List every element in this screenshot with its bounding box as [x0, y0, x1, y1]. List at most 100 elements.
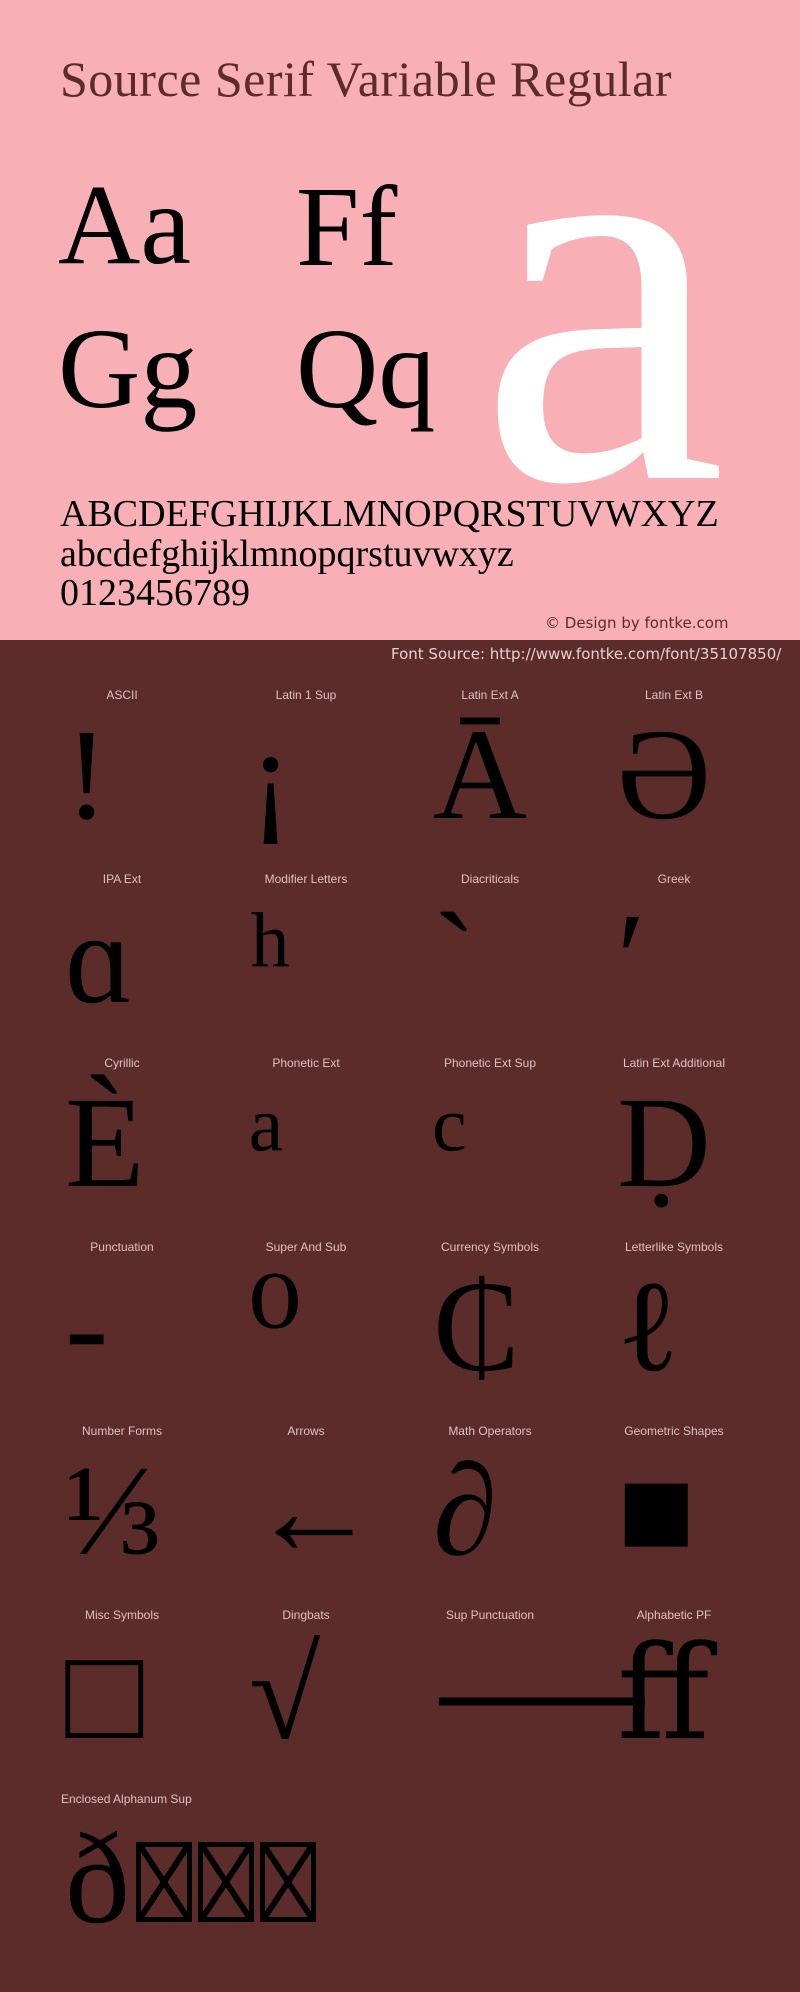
missing-glyph-icon — [198, 1842, 254, 1922]
glyph-char: ■ — [617, 1439, 696, 1583]
block-cell: Phonetic Ext Sup ᶜ — [429, 1048, 613, 1232]
glyph-char: ₵ — [433, 1255, 520, 1399]
uppercase-alphabet: ABCDEFGHIJKLMNOPQRSTUVWXYZ — [60, 493, 719, 535]
block-cell: ASCII! — [61, 680, 245, 864]
glyph-char: □ — [65, 1623, 144, 1767]
block-label: Alphabetic PF — [636, 1608, 712, 1622]
block-label: Punctuation — [90, 1240, 154, 1254]
block-label: Greek — [657, 872, 691, 886]
glyph-char: Ḍ — [617, 1071, 711, 1215]
block-cell: Punctuation ‐ — [61, 1232, 245, 1416]
block-label: ASCII — [106, 688, 138, 702]
glyph-char: ᵃ — [249, 1071, 285, 1215]
block-label: Latin 1 Sup — [275, 688, 337, 702]
block-sample-glyph: √ — [249, 1630, 320, 1760]
block-cell: IPA Ext ɑ — [61, 864, 245, 1048]
block-label: Latin Ext B — [644, 688, 704, 702]
glyph-char: ℓ — [617, 1255, 680, 1399]
block-label: Math Operators — [448, 1424, 532, 1438]
block-cell: Phonetic Ext ᵃ — [245, 1048, 429, 1232]
block-label: Currency Symbols — [440, 1240, 540, 1254]
block-cell: Latin Ext A Ā — [429, 680, 613, 864]
block-sample-glyph: ← — [249, 1446, 379, 1576]
block-label: Dingbats — [282, 1608, 330, 1622]
block-cell: Greek ʹ — [613, 864, 797, 1048]
block-cell: Letterlike Symbols ℓ — [613, 1232, 797, 1416]
block-sample-glyph: ⁰ — [249, 1262, 301, 1392]
block-cell: Dingbats √ — [245, 1600, 429, 1784]
glyph-char: ¡ — [249, 703, 293, 847]
block-cell: Super And Sub ⁰ — [245, 1232, 429, 1416]
glyph-char: Ə — [617, 703, 711, 847]
glyph-char: ᶜ — [433, 1071, 467, 1215]
block-cell: Alphabetic PF ﬀ — [613, 1600, 797, 1784]
block-cell: Latin Ext B Ə — [613, 680, 797, 864]
block-cell: Geometric Shapes ■ — [613, 1416, 797, 1600]
block-label: Modifier Letters — [264, 872, 348, 886]
block-cell: Latin 1 Sup ¡ — [245, 680, 429, 864]
block-sample-glyph: ¡ — [249, 710, 292, 840]
digits: 0123456789 — [60, 572, 250, 614]
block-sample-glyph: Ā — [433, 710, 527, 840]
missing-glyph-icon — [260, 1842, 316, 1922]
block-sample-glyph: ■ — [617, 1446, 696, 1576]
block-sample-glyph: ` — [433, 894, 476, 1024]
hero-glyph: a — [478, 0, 727, 600]
design-credit: © Design by fontke.com — [545, 614, 729, 632]
block-label: Cyrillic — [104, 1056, 140, 1070]
block-label: Enclosed Alphanum Sup — [61, 1792, 192, 1806]
block-cell: Latin Ext Additional Ḍ — [613, 1048, 797, 1232]
font-source-link[interactable]: Font Source: http://www.fontke.com/font/… — [391, 645, 781, 663]
block-cell: Enclosed Alphanum Sup ð — [61, 1784, 316, 1968]
block-label: Arrows — [287, 1424, 325, 1438]
glyph-char: Ѐ — [65, 1071, 145, 1215]
block-sample-glyph: ᶜ — [433, 1078, 466, 1208]
block-label: Geometric Shapes — [624, 1424, 724, 1438]
specimen-pair-ff: Ff — [296, 163, 398, 290]
block-cell: Modifier Letters ʰ — [245, 864, 429, 1048]
block-label: IPA Ext — [102, 872, 142, 886]
glyph-char: ﬀ — [617, 1623, 710, 1767]
block-label: Sup Punctuation — [445, 1608, 535, 1622]
block-sample-glyph: ð — [65, 1814, 316, 1944]
block-cell: Math Operators ∂ — [429, 1416, 613, 1600]
block-label: Phonetic Ext — [272, 1056, 340, 1070]
block-sample-glyph: ! — [65, 710, 108, 840]
block-label: Super And Sub — [265, 1240, 347, 1254]
block-label: Latin Ext Additional — [622, 1056, 726, 1070]
block-label: Diacriticals — [460, 872, 519, 886]
glyph-char: ʹ — [617, 887, 646, 1031]
block-sample-glyph: ɑ — [65, 894, 133, 1024]
block-sample-glyph: ℓ — [617, 1262, 679, 1392]
specimen-pair-qq: Qq — [296, 305, 436, 432]
block-label: Letterlike Symbols — [624, 1240, 724, 1254]
glyph-char: ‐ — [65, 1255, 109, 1399]
glyph-char: ! — [65, 703, 109, 847]
block-sample-glyph: Ə — [617, 710, 711, 840]
block-label: Phonetic Ext Sup — [443, 1056, 537, 1070]
block-cell: Number Forms ⅓ — [61, 1416, 245, 1600]
glyph-char: ∂ — [433, 1439, 498, 1583]
block-label: Misc Symbols — [84, 1608, 159, 1622]
block-cell: Diacriticals ` — [429, 864, 613, 1048]
glyph-char: ` — [433, 887, 477, 1031]
block-sample-glyph: ∂ — [433, 1446, 497, 1576]
block-sample-glyph: ﬀ — [617, 1630, 709, 1760]
block-sample-glyph: □ — [65, 1630, 144, 1760]
glyph-char: ⅓ — [65, 1439, 163, 1583]
block-cell: Misc Symbols □ — [61, 1600, 245, 1784]
block-cell: Cyrillic Ѐ — [61, 1048, 245, 1232]
block-sample-glyph: ʹ — [617, 894, 645, 1024]
block-sample-glyph: ‐ — [65, 1262, 108, 1392]
missing-glyph-icon — [136, 1842, 192, 1922]
block-sample-glyph: ₵ — [433, 1262, 520, 1392]
block-sample-glyph: ⅓ — [65, 1446, 163, 1576]
block-sample-glyph: ʰ — [249, 894, 291, 1024]
specimen-pair-gg: Gg — [58, 305, 198, 432]
block-sample-glyph: Ḍ — [617, 1078, 711, 1208]
glyph-char: ⁰ — [249, 1255, 302, 1399]
glyph-char: √ — [249, 1623, 321, 1767]
block-cell: Currency Symbols ₵ — [429, 1232, 613, 1416]
glyph-char: ɑ — [65, 887, 133, 1031]
specimen-pair-aa: Aa — [58, 161, 191, 288]
